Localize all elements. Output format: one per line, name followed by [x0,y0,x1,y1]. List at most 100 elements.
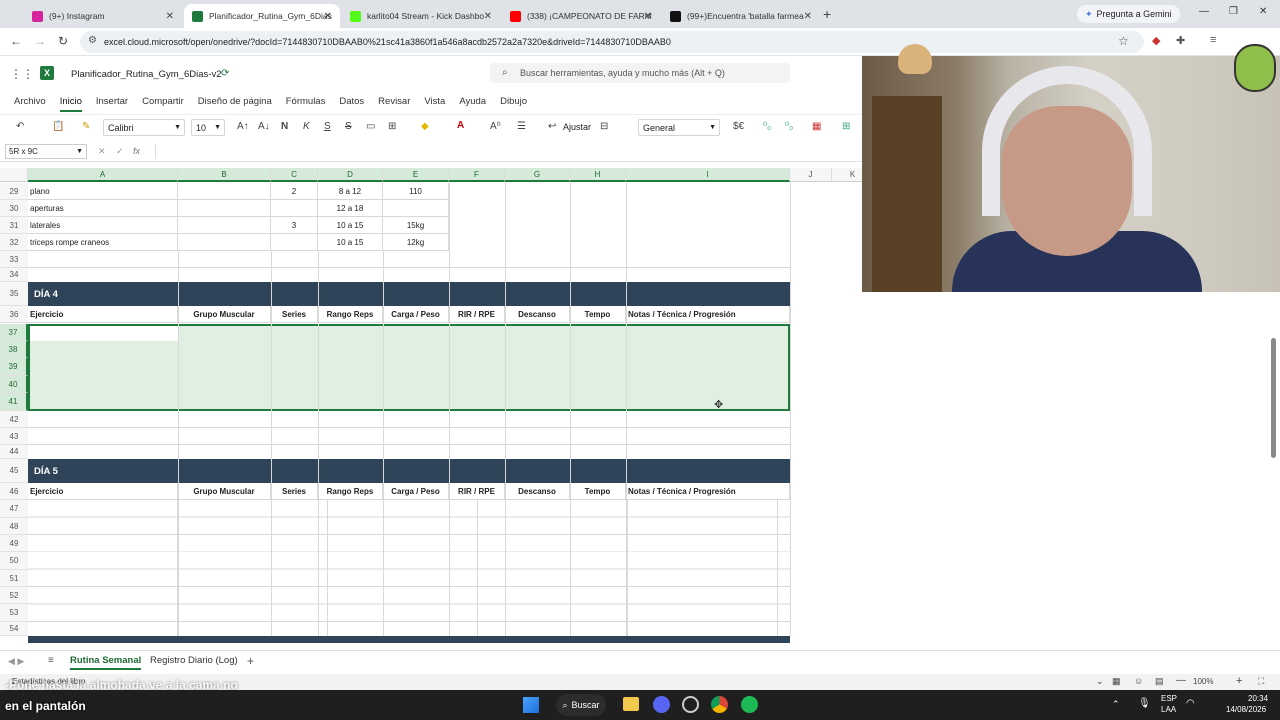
page-layout-icon[interactable]: ▤ [1155,676,1164,687]
header-rango-reps[interactable]: Rango Reps [318,483,383,500]
currency-icon[interactable]: $€ [733,121,744,132]
add-sheet-button[interactable]: + [247,654,254,668]
header-carga-peso[interactable]: Carga / Peso [383,306,449,323]
row-header[interactable]: 33 [0,251,28,268]
row-header[interactable]: 39 [0,358,28,376]
cell-d29[interactable]: 8 a 12 [318,183,383,200]
column-header-g[interactable]: G [505,168,570,182]
header-carga-peso[interactable]: Carga / Peso [383,483,449,500]
number-format-icon[interactable]: ⁰₀ [763,121,771,132]
gemini-button[interactable]: ✦ Pregunta a Gemini [1077,5,1180,23]
row-header[interactable]: 35 [0,282,28,306]
menu-archivo[interactable]: Archivo [14,96,46,112]
header-rir-rpe[interactable]: RIR / RPE [449,306,505,323]
wrap-icon[interactable]: ↩ [548,121,556,132]
column-header-b[interactable]: B [178,168,271,182]
cell-e31[interactable]: 15kg [383,217,449,234]
active-cell-a37[interactable] [30,326,178,341]
header-descanso[interactable]: Descanso [505,306,570,323]
empty-rows[interactable] [28,500,790,636]
column-header-c[interactable]: C [271,168,318,182]
row-header[interactable]: 41 [0,393,28,411]
windows-start-icon[interactable] [523,697,539,713]
taskbar-search-button[interactable]: ⌕ Buscar [556,694,606,716]
maximize-icon[interactable]: ❐ [1229,6,1238,17]
cell-a32[interactable]: triceps rompe craneos [28,234,178,251]
conditional-format-icon[interactable]: ▦ [812,121,821,132]
row-header[interactable]: 47 [0,500,28,518]
table-format-icon[interactable]: ⊞ [842,121,850,132]
close-icon[interactable]: ✕ [804,11,812,22]
cell-c29[interactable]: 2 [271,183,318,200]
close-icon[interactable]: ✕ [484,11,492,22]
browser-tab-instagram[interactable]: (9+) Instagram ✕ [24,4,182,28]
menu-ayuda[interactable]: Ayuda [459,96,486,112]
header-series[interactable]: Series [271,483,318,500]
font-name-select[interactable]: Calibri ▼ [103,119,185,136]
font-size-select[interactable]: 10 ▼ [191,119,225,136]
day-4-title[interactable]: DÍA 4 [28,282,790,306]
cell-a30[interactable]: aperturas [28,200,178,217]
sheet-tab-registro-diario[interactable]: Registro Diario (Log) [150,655,238,666]
row-header[interactable]: 34 [0,268,28,282]
borders-icon[interactable]: ▭ [366,121,375,132]
cell-b30[interactable] [178,200,271,217]
header-grupo-muscular[interactable]: Grupo Muscular [178,483,271,500]
cell-c30[interactable] [271,200,318,217]
header-notas[interactable]: Notas / Técnica / Progresión [626,483,790,500]
sheet-tab-rutina-semanal[interactable]: Rutina Semanal [70,655,142,670]
decimal-icon[interactable]: ⁰₀ [785,121,793,132]
close-window-icon[interactable]: ✕ [1259,6,1267,17]
header-notas[interactable]: Notas / Técnica / Progresión [626,306,790,323]
cell-c32[interactable] [271,234,318,251]
cancel-formula-icon[interactable]: ✕ [98,146,106,157]
menu-insertar[interactable]: Insertar [96,96,128,112]
keyboard-layout-indicator[interactable]: LAA [1161,705,1176,714]
bookmark-star-icon[interactable]: ☆ [1118,34,1129,48]
row-header[interactable]: 38 [0,341,28,358]
menu-datos[interactable]: Datos [339,96,364,112]
menu-formulas[interactable]: Fórmulas [286,96,326,112]
menu-compartir[interactable]: Compartir [142,96,184,112]
menu-dibujo[interactable]: Dibujo [500,96,527,112]
spotify-icon[interactable] [741,696,758,713]
strikethrough-button[interactable]: S [345,121,352,132]
menu-diseno-pagina[interactable]: Diseño de página [198,96,272,112]
fill-color-icon[interactable]: ◆ [421,121,429,132]
column-header-e[interactable]: E [383,168,449,182]
reload-icon[interactable]: ↻ [58,34,68,48]
row-header[interactable]: 30 [0,200,28,217]
font-color-icon[interactable]: A [457,120,464,131]
number-format-select[interactable]: General ▼ [638,119,720,136]
italic-button[interactable]: K [303,121,310,132]
browser-tab-excel[interactable]: Planificador_Rutina_Gym_6Dias ✕ [184,4,340,28]
clock-date[interactable]: 14/08/2026 [1226,705,1266,714]
chrome-icon[interactable] [711,696,728,713]
name-box[interactable]: 5R x 9C ▼ [5,144,87,159]
fullscreen-icon[interactable]: ⛶ [1258,676,1264,687]
header-series[interactable]: Series [271,306,318,323]
menu-vista[interactable]: Vista [424,96,445,112]
align-icon[interactable]: ☰ [517,121,526,132]
cell-d30[interactable]: 12 a 18 [318,200,383,217]
row-header[interactable]: 53 [0,604,28,622]
steam-icon[interactable] [682,696,699,713]
row-header[interactable]: 31 [0,217,28,234]
row-header[interactable]: 48 [0,518,28,535]
borders-dropdown-icon[interactable]: ⊞ [388,121,396,132]
all-sheets-icon[interactable]: ≡ [48,655,54,666]
new-tab-button[interactable]: + [823,6,831,22]
tray-chevron-icon[interactable]: ⌃ [1112,699,1120,710]
file-title[interactable]: Planificador_Rutina_Gym_6Dias-v2 [71,69,222,80]
close-icon[interactable]: ✕ [166,11,174,22]
menu-icon[interactable]: ≡ [1210,34,1216,46]
decrease-font-icon[interactable]: A↓ [258,121,270,132]
column-header-j[interactable]: J [790,168,832,182]
back-icon[interactable]: ← [10,34,22,48]
header-rir-rpe[interactable]: RIR / RPE [449,483,505,500]
extension-icon[interactable]: ◆ [1152,34,1160,47]
file-explorer-icon[interactable] [623,697,639,711]
increase-font-icon[interactable]: A↑ [237,121,249,132]
clock-time[interactable]: 20:34 [1248,694,1268,703]
wifi-icon[interactable]: ◠ [1186,698,1195,709]
